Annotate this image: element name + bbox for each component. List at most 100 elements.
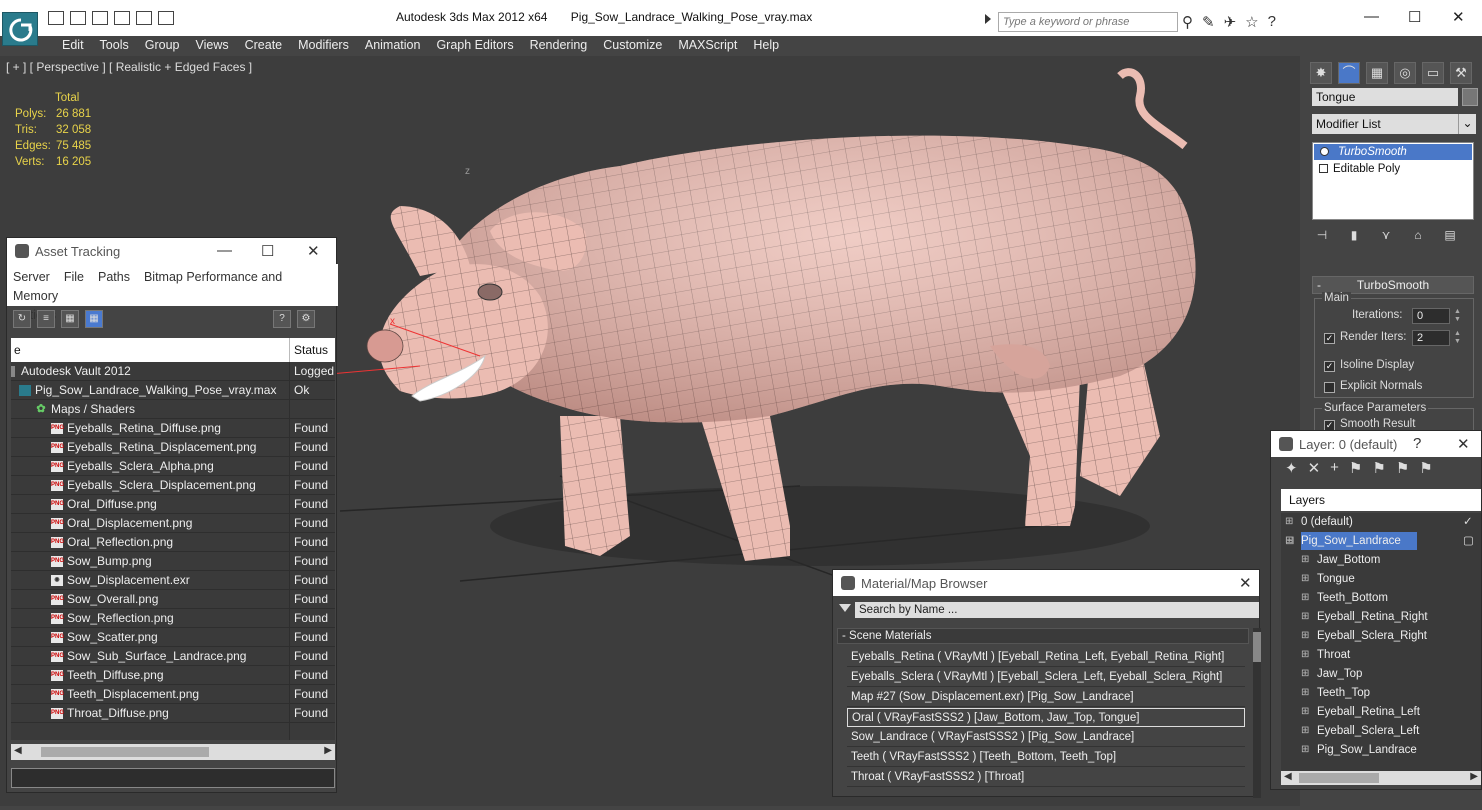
close-icon[interactable]: ✕ bbox=[307, 242, 320, 260]
create-layer-icon[interactable]: ✦ bbox=[1285, 459, 1298, 485]
viewport-label[interactable]: [ + ] [ Perspective ] [ Realistic + Edge… bbox=[6, 60, 252, 74]
menu-modifiers[interactable]: Modifiers bbox=[290, 36, 357, 56]
scroll-left-icon[interactable]: ◀ bbox=[14, 745, 22, 756]
asset-row[interactable]: PNG Sow_Sub_Surface_Landrace.png Found bbox=[11, 647, 335, 666]
material-item[interactable]: Throat ( VRayFastSSS2 ) [Throat] bbox=[847, 768, 1245, 787]
asset-row[interactable]: PNG Oral_Displacement.png Found bbox=[11, 514, 335, 533]
asset-path-field[interactable] bbox=[11, 768, 335, 788]
spinner-arrows-icon[interactable]: ▲ ▼ bbox=[1454, 330, 1462, 346]
modifier-stack[interactable]: TurboSmooth Editable Poly bbox=[1312, 142, 1474, 220]
hold-icon[interactable] bbox=[114, 11, 130, 25]
layer-row[interactable]: ⊞ Eyeball_Retina_Right bbox=[1281, 608, 1481, 627]
menu-help[interactable]: Help bbox=[745, 36, 787, 56]
menu-rendering[interactable]: Rendering bbox=[522, 36, 596, 56]
refresh-icon[interactable]: ↻ bbox=[13, 310, 31, 328]
delete-layer-icon[interactable]: ✕ bbox=[1308, 459, 1321, 485]
material-search-input[interactable]: Search by Name ... bbox=[855, 602, 1259, 618]
add-to-layer-icon[interactable]: + bbox=[1330, 459, 1339, 485]
help-icon[interactable]: ? bbox=[1268, 13, 1276, 31]
asset-row[interactable]: PNG Sow_Reflection.png Found bbox=[11, 609, 335, 628]
menu-create[interactable]: Create bbox=[237, 36, 291, 56]
asset-menu-bitmap-performance-and-memory[interactable]: Bitmap Performance and Memory bbox=[13, 270, 282, 303]
hierarchy-tab-icon[interactable]: ▦ bbox=[1366, 62, 1388, 84]
asset-row[interactable]: Autodesk Vault 2012 Logged bbox=[11, 362, 335, 381]
redo-icon[interactable] bbox=[158, 11, 174, 25]
asset-menu-file[interactable]: File bbox=[64, 270, 84, 284]
scroll-right-icon[interactable]: ▶ bbox=[1470, 771, 1478, 782]
create-tab-icon[interactable]: ✸ bbox=[1310, 62, 1332, 84]
material-item[interactable]: Oral ( VRayFastSSS2 ) [Jaw_Bottom, Jaw_T… bbox=[847, 708, 1245, 727]
menu-customize[interactable]: Customize bbox=[595, 36, 670, 56]
object-name-field[interactable]: Tongue bbox=[1312, 88, 1458, 106]
column-status[interactable]: Status bbox=[289, 338, 328, 362]
close-icon[interactable]: ✕ bbox=[1239, 574, 1252, 592]
undo-icon[interactable] bbox=[136, 11, 152, 25]
menu-group[interactable]: Group bbox=[137, 36, 188, 56]
layer-row[interactable]: ⊞ Tongue bbox=[1281, 570, 1481, 589]
asset-row[interactable]: PNG Sow_Scatter.png Found bbox=[11, 628, 335, 647]
layer-titlebar[interactable]: Layer: 0 (default) ? ✕ bbox=[1271, 431, 1481, 457]
scene-materials-group[interactable]: - Scene Materials bbox=[837, 628, 1249, 644]
search-input[interactable]: Type a keyword or phrase bbox=[998, 12, 1178, 32]
render-iters-checkbox[interactable]: ✓ bbox=[1324, 333, 1335, 344]
table-view-icon[interactable]: ▦ bbox=[85, 310, 103, 328]
spinner-arrows-icon[interactable]: ▲ ▼ bbox=[1454, 308, 1462, 324]
menu-edit[interactable]: Edit bbox=[54, 36, 92, 56]
freeze-all-icon[interactable]: ⚑ bbox=[1419, 459, 1432, 485]
layer-row[interactable]: ⊞ Throat bbox=[1281, 646, 1481, 665]
maximize-icon[interactable]: ☐ bbox=[261, 242, 274, 260]
asset-row[interactable]: PNG Sow_Bump.png Found bbox=[11, 552, 335, 571]
collapse-icon[interactable]: ⊟ bbox=[1285, 532, 1295, 550]
remove-modifier-icon[interactable]: ⌂ bbox=[1408, 228, 1428, 246]
favorites-icon[interactable]: ☆ bbox=[1245, 13, 1258, 31]
menu-views[interactable]: Views bbox=[187, 36, 236, 56]
scroll-right-icon[interactable]: ▶ bbox=[324, 745, 332, 756]
display-tab-icon[interactable]: ▭ bbox=[1422, 62, 1444, 84]
menu-tools[interactable]: Tools bbox=[92, 36, 137, 56]
asset-row[interactable]: PNG Eyeballs_Retina_Diffuse.png Found bbox=[11, 419, 335, 438]
tools-icon[interactable]: ✎ bbox=[1202, 13, 1215, 31]
asset-row[interactable]: PNG Throat_Diffuse.png Found bbox=[11, 704, 335, 723]
menu-graph-editors[interactable]: Graph Editors bbox=[428, 36, 521, 56]
select-objects-icon[interactable]: ⚑ bbox=[1349, 459, 1362, 485]
asset-row[interactable]: PNG Oral_Diffuse.png Found bbox=[11, 495, 335, 514]
modifier-list-dropdown[interactable]: Modifier List ⌄ bbox=[1312, 114, 1476, 134]
material-item[interactable]: Teeth ( VRayFastSSS2 ) [Teeth_Bottom, Te… bbox=[847, 748, 1245, 767]
scrollbar-thumb[interactable] bbox=[1299, 773, 1379, 783]
highlight-layer-icon[interactable]: ⚑ bbox=[1372, 459, 1385, 485]
asset-row[interactable]: PNG Eyeballs_Sclera_Alpha.png Found bbox=[11, 457, 335, 476]
subscription-icon[interactable]: ✈ bbox=[1224, 13, 1237, 31]
close-icon[interactable]: ✕ bbox=[1452, 8, 1465, 26]
iterations-spinner[interactable]: 0 bbox=[1412, 308, 1450, 324]
object-color-swatch[interactable] bbox=[1462, 88, 1478, 106]
asset-row[interactable]: PNG Eyeballs_Retina_Displacement.png Found bbox=[11, 438, 335, 457]
pin-stack-icon[interactable]: ⊣ bbox=[1312, 228, 1332, 246]
stack-item-turbosmooth[interactable]: TurboSmooth bbox=[1314, 144, 1472, 160]
open-icon[interactable] bbox=[48, 11, 64, 25]
asset-row[interactable]: PNG Sow_Overall.png Found bbox=[11, 590, 335, 609]
asset-menu-server[interactable]: Server bbox=[13, 270, 50, 284]
column-name[interactable]: e bbox=[14, 343, 21, 357]
scrollbar-thumb[interactable] bbox=[1253, 632, 1261, 662]
hide-all-icon[interactable]: ⚑ bbox=[1396, 459, 1409, 485]
layer-row[interactable]: ⊞ Pig_Sow_Landrace bbox=[1281, 741, 1481, 760]
asset-menu-paths[interactable]: Paths bbox=[98, 270, 130, 284]
asset-row[interactable]: ✿ Maps / Shaders bbox=[11, 400, 335, 419]
motion-tab-icon[interactable]: ◎ bbox=[1394, 62, 1416, 84]
material-vertical-scrollbar[interactable] bbox=[1253, 628, 1261, 798]
make-unique-icon[interactable]: ⋎ bbox=[1376, 228, 1396, 246]
asset-tracking-titlebar[interactable]: Asset Tracking — ☐ ✕ bbox=[7, 238, 336, 264]
maximize-icon[interactable]: ☐ bbox=[1408, 8, 1421, 26]
minimize-icon[interactable]: — bbox=[217, 242, 232, 259]
list-view-icon[interactable]: ≡ bbox=[37, 310, 55, 328]
layer-row[interactable]: ⊞ Jaw_Top bbox=[1281, 665, 1481, 684]
layer-tree[interactable]: ⊞ 0 (default) ✓ ⊞ Pig_Sow_Landrace ▢ ⊟ ⊞ Jaw_Bot… bbox=[1281, 513, 1481, 771]
utilities-tab-icon[interactable]: ⚒ bbox=[1450, 62, 1472, 84]
menu-maxscript[interactable]: MAXScript bbox=[670, 36, 745, 56]
layer-row[interactable]: ⊞ Teeth_Bottom bbox=[1281, 589, 1481, 608]
asset-row[interactable]: PNG Teeth_Displacement.png Found bbox=[11, 685, 335, 704]
app-logo-icon[interactable] bbox=[2, 12, 38, 46]
material-item[interactable]: Map #27 (Sow_Displacement.exr) [Pig_Sow_… bbox=[847, 688, 1245, 707]
vault-settings-icon[interactable]: ⚙ bbox=[297, 310, 315, 328]
help-icon[interactable]: ? bbox=[1413, 435, 1421, 452]
